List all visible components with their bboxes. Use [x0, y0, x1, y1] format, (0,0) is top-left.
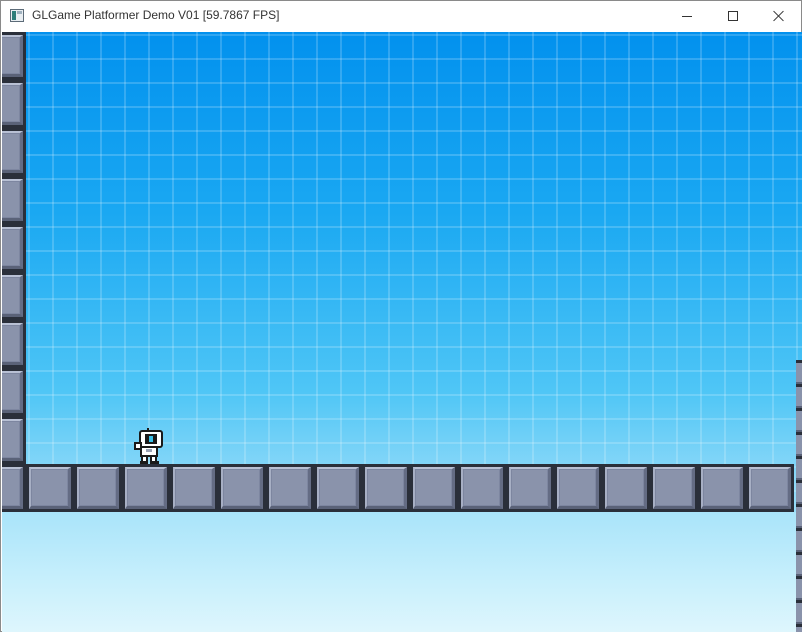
- tile-face: [749, 467, 791, 509]
- right-wall-edge: [796, 360, 802, 632]
- left-wall-tile: [2, 416, 26, 464]
- floor-tile: [650, 464, 698, 512]
- floor-tile: [602, 464, 650, 512]
- floor-tile: [122, 464, 170, 512]
- tile-face: [2, 371, 23, 413]
- tile-face: [2, 275, 23, 317]
- tile-face: [221, 467, 263, 509]
- lower-sky: [2, 512, 802, 632]
- close-button[interactable]: [756, 1, 802, 31]
- app-window: GLGame Platformer Demo V01 [59.7867 FPS]: [0, 0, 802, 632]
- floor-tile: [26, 464, 74, 512]
- tile-face: [653, 467, 695, 509]
- window-title: GLGame Platformer Demo V01 [59.7867 FPS]: [32, 8, 280, 22]
- app-icon[interactable]: [10, 9, 24, 22]
- floor-tile: [458, 464, 506, 512]
- tile-face: [2, 83, 23, 125]
- left-wall-tile: [2, 128, 26, 176]
- floor-tile: [506, 464, 554, 512]
- tile-face: [2, 419, 23, 461]
- left-wall-tile: [2, 272, 26, 320]
- floor-tile: [170, 464, 218, 512]
- player-foot-left: [140, 461, 148, 464]
- floor-tile: [266, 464, 314, 512]
- left-wall-tile: [2, 32, 26, 80]
- close-icon: [773, 10, 785, 22]
- title-bar[interactable]: GLGame Platformer Demo V01 [59.7867 FPS]: [1, 1, 801, 31]
- left-wall-tile: [2, 176, 26, 224]
- floor-tile: [362, 464, 410, 512]
- tile-face: [125, 467, 167, 509]
- left-wall-tile: [2, 320, 26, 368]
- tile-face: [365, 467, 407, 509]
- tile-face: [269, 467, 311, 509]
- floor-tile: [746, 464, 794, 512]
- tile-face: [509, 467, 551, 509]
- floor-tile: [2, 464, 26, 512]
- game-viewport[interactable]: [2, 32, 802, 632]
- robot-player-sprite: [134, 428, 163, 464]
- tile-face: [77, 467, 119, 509]
- floor-tile: [698, 464, 746, 512]
- maximize-button[interactable]: [710, 1, 756, 31]
- player-foot-right: [150, 461, 159, 464]
- tile-face: [2, 35, 23, 77]
- left-wall-tile: [2, 224, 26, 272]
- tile-face: [557, 467, 599, 509]
- floor-tile: [554, 464, 602, 512]
- left-wall-tile: [2, 80, 26, 128]
- tile-face: [413, 467, 455, 509]
- tile-face: [2, 131, 23, 173]
- minimize-button[interactable]: [664, 1, 710, 31]
- sky-grid-background: [2, 32, 802, 512]
- player-eye: [149, 436, 153, 442]
- floor-tile: [410, 464, 458, 512]
- left-wall-tile: [2, 368, 26, 416]
- floor-tile: [218, 464, 266, 512]
- floor-tile: [314, 464, 362, 512]
- minimize-icon: [682, 15, 692, 17]
- floor-tile: [74, 464, 122, 512]
- tile-face: [317, 467, 359, 509]
- maximize-icon: [728, 11, 738, 21]
- tile-face: [701, 467, 743, 509]
- tile-face: [461, 467, 503, 509]
- tile-face: [2, 323, 23, 365]
- tile-face: [605, 467, 647, 509]
- tile-face: [2, 227, 23, 269]
- tile-face: [2, 467, 23, 509]
- tile-face: [173, 467, 215, 509]
- tile-face: [29, 467, 71, 509]
- tile-face: [2, 179, 23, 221]
- player-chest: [146, 449, 152, 452]
